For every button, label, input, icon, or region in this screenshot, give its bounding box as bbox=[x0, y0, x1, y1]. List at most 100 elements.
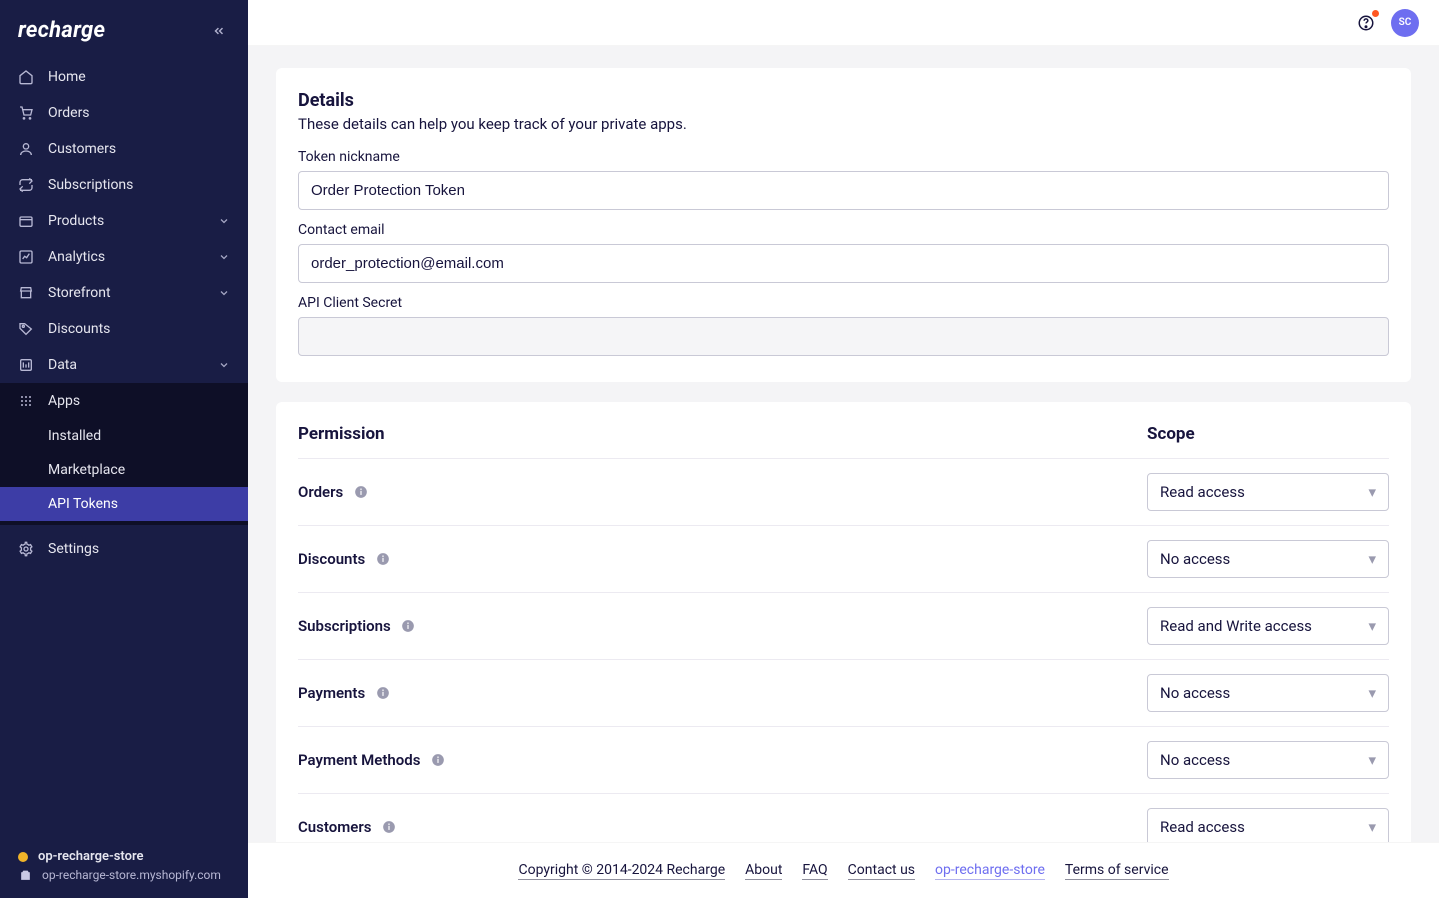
select-value: Read and Write access bbox=[1160, 617, 1312, 635]
sidebar-item-label: Discounts bbox=[48, 321, 110, 337]
chevron-down-icon bbox=[218, 251, 230, 263]
collapse-sidebar-button[interactable] bbox=[208, 20, 230, 42]
store-icon bbox=[18, 285, 34, 301]
dropdown-caret-icon: ▾ bbox=[1368, 751, 1376, 769]
store-domain: op-recharge-store.myshopify.com bbox=[42, 868, 221, 882]
footer-tos-link[interactable]: Terms of service bbox=[1065, 862, 1169, 880]
select-value: No access bbox=[1160, 684, 1230, 702]
store-name-row[interactable]: op-recharge-store bbox=[18, 849, 230, 864]
sidebar-subitem-installed[interactable]: Installed bbox=[0, 419, 248, 453]
permission-name: Payments bbox=[298, 684, 365, 702]
sidebar-subitem-marketplace[interactable]: Marketplace bbox=[0, 453, 248, 487]
permission-name: Orders bbox=[298, 483, 343, 501]
permission-row-orders: Orders Read access ▾ bbox=[298, 459, 1389, 526]
select-value: No access bbox=[1160, 751, 1230, 769]
sidebar-item-label: Apps bbox=[48, 393, 80, 409]
footer-about-link[interactable]: About bbox=[745, 862, 782, 880]
chevron-down-icon bbox=[218, 359, 230, 371]
permission-row-customers: Customers Read access ▾ bbox=[298, 794, 1389, 842]
info-icon[interactable] bbox=[353, 485, 368, 500]
permission-row-subscriptions: Subscriptions Read and Write access ▾ bbox=[298, 593, 1389, 660]
info-icon[interactable] bbox=[375, 552, 390, 567]
sidebar-item-customers[interactable]: Customers bbox=[0, 131, 248, 167]
sidebar-item-analytics[interactable]: Analytics bbox=[0, 239, 248, 275]
dropdown-caret-icon: ▾ bbox=[1368, 617, 1376, 635]
permission-name: Subscriptions bbox=[298, 617, 391, 635]
sidebar-item-apps[interactable]: Apps bbox=[0, 383, 248, 419]
sidebar-item-label: Home bbox=[48, 69, 86, 85]
box-icon bbox=[18, 213, 34, 229]
select-value: Read access bbox=[1160, 818, 1245, 836]
sidebar-item-subscriptions[interactable]: Subscriptions bbox=[0, 167, 248, 203]
store-name: op-recharge-store bbox=[38, 849, 144, 864]
api-secret-label: API Client Secret bbox=[298, 295, 1389, 311]
sidebar-item-home[interactable]: Home bbox=[0, 59, 248, 95]
token-nickname-input[interactable] bbox=[298, 171, 1389, 210]
home-icon bbox=[18, 69, 34, 85]
sidebar-item-label: Orders bbox=[48, 105, 90, 121]
dropdown-caret-icon: ▾ bbox=[1368, 550, 1376, 568]
scope-select-subscriptions[interactable]: Read and Write access ▾ bbox=[1147, 607, 1389, 645]
select-value: Read access bbox=[1160, 483, 1245, 501]
sidebar-item-label: Data bbox=[48, 357, 77, 373]
help-button[interactable] bbox=[1355, 12, 1377, 34]
footer-contact-link[interactable]: Contact us bbox=[848, 862, 915, 880]
sidebar-item-label: Products bbox=[48, 213, 104, 229]
contact-email-label: Contact email bbox=[298, 222, 1389, 238]
shopify-icon bbox=[18, 868, 32, 882]
footer-copyright[interactable]: Copyright © 2014-2024 Recharge bbox=[518, 862, 725, 880]
scope-select-payment-methods[interactable]: No access ▾ bbox=[1147, 741, 1389, 779]
details-heading: Details bbox=[298, 90, 1389, 111]
dropdown-caret-icon: ▾ bbox=[1368, 818, 1376, 836]
permission-name: Payment Methods bbox=[298, 751, 420, 769]
scope-select-payments[interactable]: No access ▾ bbox=[1147, 674, 1389, 712]
contact-email-input[interactable] bbox=[298, 244, 1389, 283]
sidebar-subitem-api-tokens[interactable]: API Tokens bbox=[0, 487, 248, 521]
dropdown-caret-icon: ▾ bbox=[1368, 483, 1376, 501]
permission-row-payments: Payments No access ▾ bbox=[298, 660, 1389, 727]
tag-icon bbox=[18, 321, 34, 337]
details-subtext: These details can help you keep track of… bbox=[298, 115, 1389, 133]
sidebar-item-settings[interactable]: Settings bbox=[0, 531, 248, 567]
info-icon[interactable] bbox=[375, 686, 390, 701]
permission-column-header: Permission bbox=[298, 424, 385, 444]
permissions-card: Permission Scope Orders Read access ▾ bbox=[276, 402, 1411, 842]
scope-column-header: Scope bbox=[1147, 424, 1389, 444]
api-secret-input[interactable] bbox=[298, 317, 1389, 356]
select-value: No access bbox=[1160, 550, 1230, 568]
dropdown-caret-icon: ▾ bbox=[1368, 684, 1376, 702]
permission-row-payment-methods: Payment Methods No access ▾ bbox=[298, 727, 1389, 794]
sidebar-item-data[interactable]: Data bbox=[0, 347, 248, 383]
cart-icon bbox=[18, 105, 34, 121]
scope-select-discounts[interactable]: No access ▾ bbox=[1147, 540, 1389, 578]
scope-select-customers[interactable]: Read access ▾ bbox=[1147, 808, 1389, 842]
store-domain-row[interactable]: op-recharge-store.myshopify.com bbox=[18, 868, 230, 882]
permission-name: Discounts bbox=[298, 550, 365, 568]
content-area: Details These details can help you keep … bbox=[248, 46, 1439, 842]
sidebar-item-label: Analytics bbox=[48, 249, 105, 265]
sidebar-item-discounts[interactable]: Discounts bbox=[0, 311, 248, 347]
sidebar-item-products[interactable]: Products bbox=[0, 203, 248, 239]
gear-icon bbox=[18, 541, 34, 557]
page-footer: Copyright © 2014-2024 Recharge About FAQ… bbox=[248, 842, 1439, 898]
sidebar-item-label: Storefront bbox=[48, 285, 111, 301]
info-icon[interactable] bbox=[430, 753, 445, 768]
info-icon[interactable] bbox=[401, 619, 416, 634]
sidebar-item-orders[interactable]: Orders bbox=[0, 95, 248, 131]
user-icon bbox=[18, 141, 34, 157]
loop-icon bbox=[18, 177, 34, 193]
info-icon[interactable] bbox=[381, 820, 396, 835]
sidebar-item-storefront[interactable]: Storefront bbox=[0, 275, 248, 311]
brand-logo: recharge bbox=[18, 18, 105, 43]
footer-store-link[interactable]: op-recharge-store bbox=[935, 862, 1045, 880]
permission-row-discounts: Discounts No access ▾ bbox=[298, 526, 1389, 593]
permission-name: Customers bbox=[298, 818, 371, 836]
sidebar-footer: op-recharge-store op-recharge-store.mysh… bbox=[0, 833, 248, 898]
chevron-down-icon bbox=[218, 215, 230, 227]
avatar[interactable]: SC bbox=[1391, 9, 1419, 37]
status-dot-icon bbox=[18, 852, 28, 862]
chart-icon bbox=[18, 249, 34, 265]
scope-select-orders[interactable]: Read access ▾ bbox=[1147, 473, 1389, 511]
grid-icon bbox=[18, 393, 34, 409]
footer-faq-link[interactable]: FAQ bbox=[802, 862, 827, 880]
